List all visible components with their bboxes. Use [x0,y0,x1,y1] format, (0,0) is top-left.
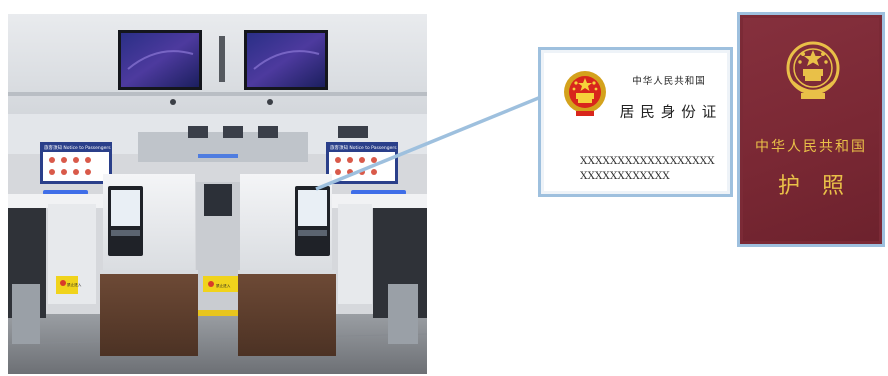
id-card-country: 中华人民共和国 [632,76,706,87]
id-card-number-line1: XXXXXXXXXXXXXXXXXX [580,155,715,167]
resident-id-card: 中华人民共和国 居民身份证 XXXXXXXXXXXXXXXXXX XXXXXXX… [538,47,733,197]
national-emblem-icon [564,71,606,116]
id-card-title: 居民身份证 [619,105,723,121]
passport-title: 护照 [777,174,866,199]
passport-cover: 中华人民共和国 护照 [737,12,885,247]
passport-emblem-icon [786,41,840,99]
passport-country: 中华人民共和国 [755,139,867,155]
id-card-number-line2: XXXXXXXXXXXX [580,170,670,182]
